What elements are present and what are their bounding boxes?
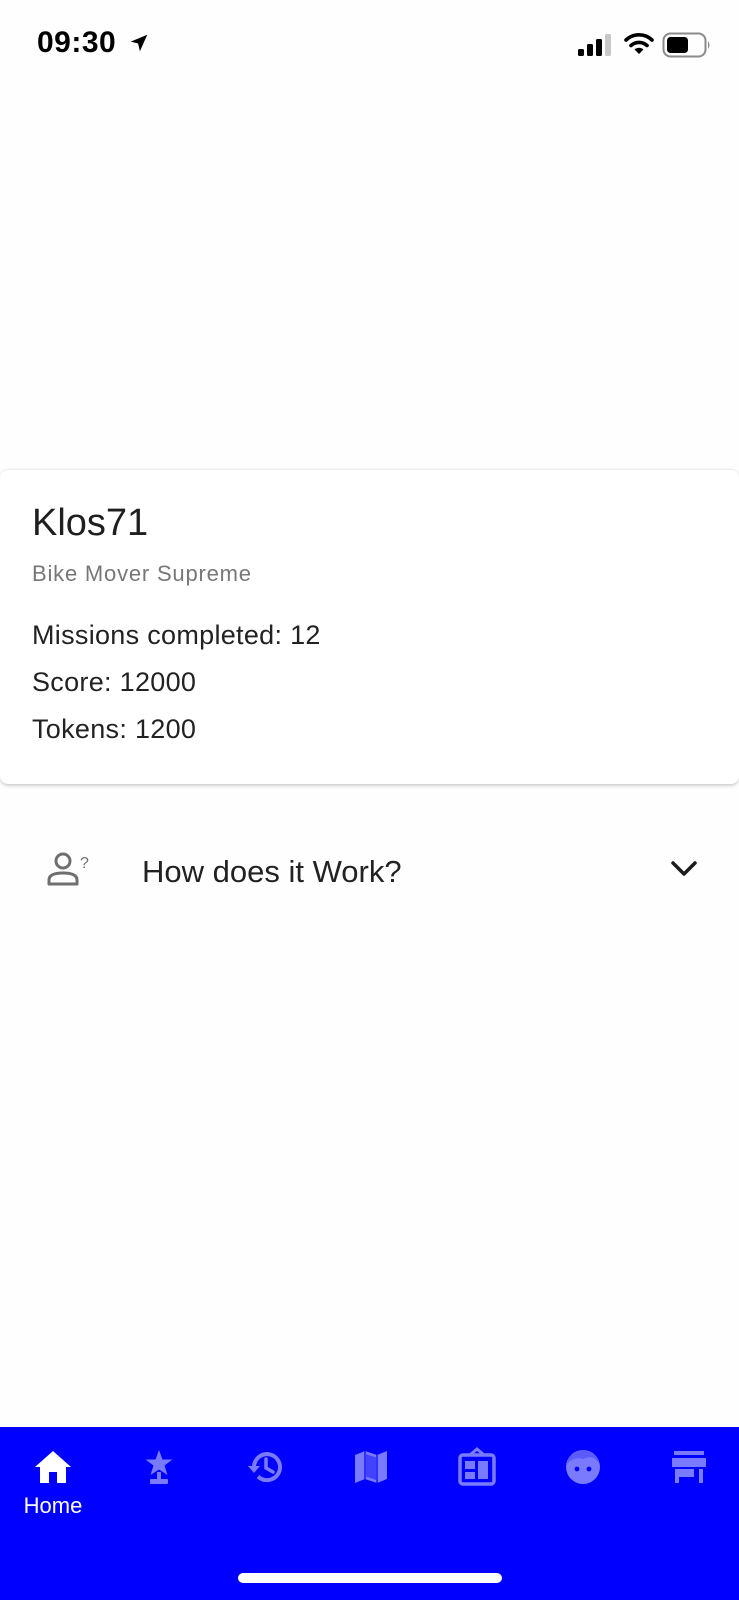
nav-item-store[interactable] — [636, 1427, 739, 1527]
status-time: 09:30 — [37, 26, 117, 59]
screen: 09:30 Klos71 Bike Mover Supreme Missions… — [0, 0, 739, 1600]
nav-item-achievements[interactable] — [106, 1427, 212, 1527]
face-icon — [566, 1450, 600, 1484]
wifi-icon — [624, 33, 654, 54]
nav-item-home[interactable]: Home — [0, 1427, 106, 1527]
location-arrow-icon — [130, 34, 148, 52]
svg-text:?: ? — [80, 855, 89, 872]
nav-item-history[interactable] — [212, 1427, 318, 1527]
nav-item-profile[interactable] — [530, 1427, 636, 1527]
score: Score: 12000 — [32, 667, 197, 697]
nav-item-map[interactable] — [318, 1427, 424, 1527]
person-question-icon: ? — [47, 852, 89, 886]
how-it-works-label: How does it Work? — [142, 854, 402, 889]
how-it-works-expander[interactable]: ? How does it Work? — [0, 820, 739, 924]
tokens: Tokens: 1200 — [32, 714, 197, 744]
status-bar: 09:30 — [0, 0, 739, 92]
missions-completed: Missions completed: 12 — [32, 620, 321, 650]
history-icon — [248, 1452, 282, 1483]
profile-card: Klos71 Bike Mover Supreme Missions compl… — [0, 469, 739, 784]
store-icon — [672, 1451, 706, 1483]
cellular-signal-icon — [578, 34, 611, 56]
home-indicator[interactable] — [238, 1573, 502, 1583]
chevron-down-icon[interactable] — [670, 858, 698, 880]
nav-label-home: Home — [23, 1493, 83, 1518]
home-icon — [35, 1451, 71, 1483]
nav-item-news[interactable] — [424, 1427, 530, 1527]
battery-icon — [662, 32, 710, 58]
user-rank: Bike Mover Supreme — [32, 561, 252, 586]
trophy-star-icon — [145, 1450, 173, 1484]
map-icon — [355, 1451, 387, 1483]
username: Klos71 — [32, 502, 149, 544]
news-icon — [458, 1447, 496, 1486]
